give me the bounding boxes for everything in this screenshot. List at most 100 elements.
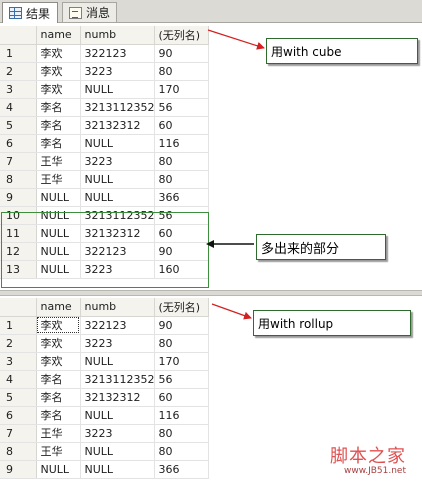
- cell-name[interactable]: 王华: [36, 170, 81, 189]
- row-number[interactable]: 6: [0, 406, 37, 425]
- cell-numb[interactable]: 322123: [80, 44, 155, 63]
- table-row[interactable]: 8 王华 NULL 80: [0, 442, 209, 461]
- cell-name[interactable]: 王华: [36, 152, 81, 171]
- row-number[interactable]: 3: [0, 80, 37, 99]
- cell-name[interactable]: 李名: [36, 98, 81, 117]
- table-row[interactable]: 10 NULL 3213112352 56: [0, 206, 209, 225]
- column-header-numb[interactable]: numb: [80, 298, 155, 317]
- cell-numb[interactable]: NULL: [80, 460, 155, 479]
- cell-unnamed[interactable]: 170: [154, 352, 209, 371]
- table-row[interactable]: 12 NULL 322123 90: [0, 242, 209, 261]
- cell-numb[interactable]: 322123: [80, 316, 155, 335]
- cell-unnamed[interactable]: 60: [154, 388, 209, 407]
- table-row[interactable]: 3 李欢 NULL 170: [0, 352, 209, 371]
- grid-splitter[interactable]: [0, 290, 422, 296]
- cell-unnamed[interactable]: 116: [154, 406, 209, 425]
- cell-numb[interactable]: NULL: [80, 80, 155, 99]
- cell-unnamed[interactable]: 56: [154, 370, 209, 389]
- results-grid-rollup[interactable]: name numb (无列名) 1 李欢 322123 90 2 李欢 3223 80 3 李欢 N…: [0, 298, 209, 479]
- table-row[interactable]: 7 王华 3223 80: [0, 152, 209, 171]
- cell-unnamed[interactable]: 80: [154, 424, 209, 443]
- cell-unnamed[interactable]: 60: [154, 116, 209, 135]
- row-number[interactable]: 1: [0, 44, 37, 63]
- row-number[interactable]: 4: [0, 370, 37, 389]
- cell-name[interactable]: 李欢: [36, 352, 81, 371]
- cell-numb[interactable]: 3213112352: [80, 98, 155, 117]
- cell-numb[interactable]: 32132312: [80, 116, 155, 135]
- table-row[interactable]: 6 李名 NULL 116: [0, 134, 209, 153]
- cell-numb[interactable]: 3223: [80, 334, 155, 353]
- cell-numb[interactable]: 3223: [80, 424, 155, 443]
- row-number[interactable]: 2: [0, 62, 37, 81]
- row-number[interactable]: 13: [0, 260, 37, 279]
- row-number[interactable]: 7: [0, 424, 37, 443]
- table-row[interactable]: 8 王华 NULL 80: [0, 170, 209, 189]
- cell-name[interactable]: 李欢: [36, 80, 81, 99]
- row-number[interactable]: 9: [0, 188, 37, 207]
- cell-unnamed[interactable]: 80: [154, 170, 209, 189]
- cell-numb[interactable]: 322123: [80, 242, 155, 261]
- cell-name[interactable]: NULL: [36, 206, 81, 225]
- row-number[interactable]: 10: [0, 206, 37, 225]
- table-row[interactable]: 11 NULL 32132312 60: [0, 224, 209, 243]
- cell-name[interactable]: 李名: [36, 134, 81, 153]
- table-row[interactable]: 5 李名 32132312 60: [0, 116, 209, 135]
- cell-numb[interactable]: NULL: [80, 134, 155, 153]
- cell-name[interactable]: NULL: [36, 224, 81, 243]
- table-row[interactable]: 13 NULL 3223 160: [0, 260, 209, 279]
- cell-numb[interactable]: 3213112352: [80, 370, 155, 389]
- cell-unnamed[interactable]: 90: [154, 242, 209, 261]
- cell-name[interactable]: 李名: [36, 388, 81, 407]
- cell-numb[interactable]: 3223: [80, 260, 155, 279]
- cell-unnamed[interactable]: 366: [154, 188, 209, 207]
- cell-name[interactable]: NULL: [36, 242, 81, 261]
- column-header-unnamed[interactable]: (无列名): [154, 26, 209, 45]
- cell-name[interactable]: 王华: [36, 442, 81, 461]
- table-row[interactable]: 3 李欢 NULL 170: [0, 80, 209, 99]
- cell-unnamed[interactable]: 56: [154, 98, 209, 117]
- column-header-name[interactable]: name: [36, 26, 81, 45]
- row-number[interactable]: 6: [0, 134, 37, 153]
- grid-corner[interactable]: [0, 298, 37, 317]
- table-row[interactable]: 1 李欢 322123 90: [0, 316, 209, 335]
- cell-numb[interactable]: 32132312: [80, 224, 155, 243]
- cell-numb[interactable]: NULL: [80, 352, 155, 371]
- cell-name[interactable]: 李名: [36, 406, 81, 425]
- row-number[interactable]: 8: [0, 442, 37, 461]
- table-row[interactable]: 9 NULL NULL 366: [0, 188, 209, 207]
- row-number[interactable]: 8: [0, 170, 37, 189]
- table-row[interactable]: 7 王华 3223 80: [0, 424, 209, 443]
- cell-unnamed[interactable]: 90: [154, 44, 209, 63]
- cell-name[interactable]: 李名: [36, 116, 81, 135]
- table-row[interactable]: 6 李名 NULL 116: [0, 406, 209, 425]
- table-row[interactable]: 2 李欢 3223 80: [0, 62, 209, 81]
- cell-numb[interactable]: 3223: [80, 62, 155, 81]
- table-row[interactable]: 1 李欢 322123 90: [0, 44, 209, 63]
- cell-unnamed[interactable]: 80: [154, 334, 209, 353]
- cell-unnamed[interactable]: 60: [154, 224, 209, 243]
- row-number[interactable]: 3: [0, 352, 37, 371]
- tab-results[interactable]: 结果: [2, 2, 58, 23]
- cell-numb[interactable]: 32132312: [80, 388, 155, 407]
- row-number[interactable]: 7: [0, 152, 37, 171]
- row-number[interactable]: 4: [0, 98, 37, 117]
- row-number[interactable]: 9: [0, 460, 37, 479]
- row-number[interactable]: 2: [0, 334, 37, 353]
- row-number[interactable]: 1: [0, 316, 37, 335]
- table-row[interactable]: 2 李欢 3223 80: [0, 334, 209, 353]
- cell-unnamed[interactable]: 80: [154, 442, 209, 461]
- cell-numb[interactable]: NULL: [80, 170, 155, 189]
- cell-name[interactable]: 李欢: [36, 334, 81, 353]
- table-row[interactable]: 5 李名 32132312 60: [0, 388, 209, 407]
- cell-numb[interactable]: NULL: [80, 406, 155, 425]
- cell-numb[interactable]: 3213112352: [80, 206, 155, 225]
- table-row[interactable]: 4 李名 3213112352 56: [0, 370, 209, 389]
- cell-name[interactable]: NULL: [36, 188, 81, 207]
- row-number[interactable]: 11: [0, 224, 37, 243]
- cell-unnamed[interactable]: 90: [154, 316, 209, 335]
- cell-name[interactable]: 李欢: [36, 316, 81, 335]
- cell-name[interactable]: 李欢: [36, 44, 81, 63]
- row-number[interactable]: 5: [0, 116, 37, 135]
- cell-unnamed[interactable]: 80: [154, 62, 209, 81]
- cell-unnamed[interactable]: 366: [154, 460, 209, 479]
